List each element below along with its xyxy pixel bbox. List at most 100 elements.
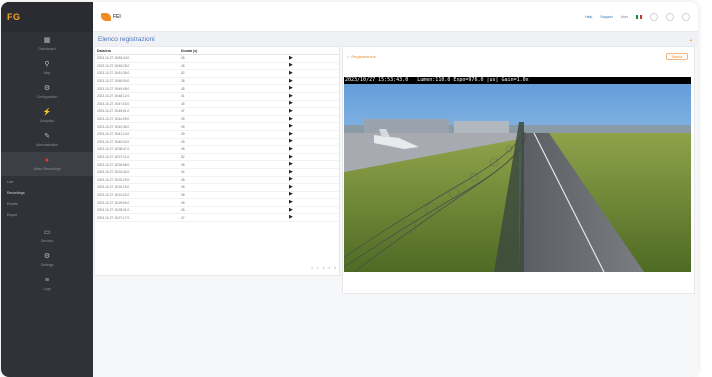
play-icon[interactable]: ▶ [289,93,293,99]
play-icon[interactable]: ▶ [289,63,293,68]
play-icon[interactable]: ▶ [289,154,293,160]
map-icon: ⚲ [44,61,50,68]
table-row[interactable]: 2023-10-27 15:32:15.0 45 ▶ [95,184,339,192]
sidebar-item-settings[interactable]: ⚙ Settings [1,248,93,272]
top-header: FEI Help Support User [93,2,698,32]
play-icon[interactable]: ▶ [289,215,293,220]
play-icon[interactable]: ▶ [289,177,293,182]
table-row[interactable]: 2023-10-27 15:50:54.0 38 ▶ [95,78,339,86]
header-link-help[interactable]: Help [585,15,592,19]
table-row[interactable]: 2023-10-27 15:40:02.0 45 ▶ [95,139,339,147]
pagination-page[interactable]: 4 [328,266,330,270]
table-row[interactable]: 2023-10-27 15:42:36.0 45 ▶ [95,123,339,131]
pagination-page[interactable]: 3 [323,266,325,270]
logo-mark-icon [101,12,111,21]
table-row[interactable]: 2023-10-27 15:31:02.0 38 ▶ [95,192,339,200]
sidebar-item-administration[interactable]: ✎ Administration [1,128,93,152]
config-icon: ⚙ [43,85,51,92]
sidebar-subitem-events[interactable]: Events [1,198,93,209]
download-button[interactable]: Scarica [666,53,688,60]
table-row[interactable]: 2023-10-27 15:49:48.0 45 ▶ [95,85,339,93]
sidebar-item-video[interactable]: ● Video Recordings [1,152,93,176]
camera-icon: ⌂ [347,54,350,59]
play-icon[interactable]: ▶ [289,184,293,190]
pagination-page[interactable]: 2 [317,266,319,270]
collapse-icon[interactable]: ▴ [690,37,692,42]
cell-date: 2023-10-27 15:29:50.0 [97,200,130,205]
cell-duration: 45 [181,200,185,205]
table-row[interactable]: 2023-10-27 15:37:11.0 52 ▶ [95,154,339,162]
cell-duration: 45 [181,86,185,91]
header-logo[interactable]: FEI [101,12,121,21]
play-icon[interactable]: ▶ [289,116,293,122]
sidebar-item-label: Settings [40,263,54,267]
sidebar-item-map[interactable]: ⚲ Map [1,56,93,80]
table-row[interactable]: 2023-10-27 15:53:28.0 45 ▶ [95,63,339,71]
sidebar-subitem-live[interactable]: Live [1,176,93,187]
settings-icon: ⚙ [43,253,51,260]
info-icon[interactable] [666,12,674,21]
play-icon[interactable]: ▶ [289,192,293,197]
video-player[interactable]: 2023/10/27 15:53:43.0 Lumen:110.0 Expo=9… [344,77,691,272]
play-icon[interactable]: ▶ [289,70,293,76]
table-row[interactable]: 2023-10-27 15:41:14.0 39 ▶ [95,131,339,139]
play-icon[interactable]: ▶ [289,124,293,129]
table-header: Data/ora Durata (s) [95,47,339,55]
table-row[interactable]: 2023-10-27 15:38:47.0 45 ▶ [95,146,339,154]
table-row[interactable]: 2023-10-27 15:47:03.0 45 ▶ [95,101,339,109]
column-header-date[interactable]: Data/ora [97,49,181,53]
cell-date: 2023-10-27 15:49:48.0 [97,86,130,91]
sidebar-subitem-recordings[interactable]: Recordings [1,187,93,198]
play-icon[interactable]: ▶ [289,162,293,167]
cell-duration: 37 [181,109,185,114]
sidebar-item-label: Configuration [36,95,58,99]
pagination-page[interactable]: 1 [311,266,313,270]
table-row[interactable]: 2023-10-27 15:29:50.0 45 ▶ [95,199,339,207]
table-row[interactable]: 2023-10-27 15:33:29.0 45 ▶ [95,177,339,185]
sidebar-item-analytics[interactable]: ⚡ Analytics [1,104,93,128]
table-row[interactable]: 2023-10-27 15:44:09.0 45 ▶ [95,116,339,124]
cell-duration: 45 [181,124,185,129]
preview-title: ⌂ Registrazione [347,54,376,59]
table-row[interactable]: 2023-10-27 15:48:12.0 41 ▶ [95,93,339,101]
header-link-support[interactable]: Support [600,15,612,19]
play-icon[interactable]: ▶ [289,207,293,213]
play-icon[interactable]: ▶ [289,78,293,84]
sidebar-subitem-export[interactable]: Export [1,209,93,220]
cell-date: 2023-10-27 15:34:40.0 [97,170,130,175]
play-icon[interactable]: ▶ [289,200,293,205]
language-flag-icon[interactable] [636,14,642,19]
cell-date: 2023-10-27 15:53:43.0 [97,56,130,61]
play-icon[interactable]: ▶ [289,101,293,106]
sidebar-item-devices[interactable]: ▭ Devices [1,224,93,248]
column-header-duration[interactable]: Durata (s) [181,49,289,53]
table-row[interactable]: 2023-10-27 15:45:51.0 37 ▶ [95,108,339,116]
sidebar-item-dashboard[interactable]: ▦ Dashboard [1,32,93,56]
play-icon[interactable]: ▶ [289,55,293,61]
table-row[interactable]: 2023-10-27 15:34:40.0 44 ▶ [95,169,339,177]
sidebar-brand[interactable]: FG [1,2,93,32]
cell-duration: 45 [181,56,185,61]
cell-date: 2023-10-27 15:50:54.0 [97,79,130,84]
cell-date: 2023-10-27 15:35:58.0 [97,162,130,167]
table-row[interactable]: 2023-10-27 15:28:31.0 45 ▶ [95,207,339,215]
list-icon: ≡ [44,277,50,284]
notification-icon[interactable] [650,12,658,21]
sidebar-item-label: Video Recordings [33,167,61,171]
play-icon[interactable]: ▶ [289,86,293,91]
play-icon[interactable]: ▶ [289,169,293,175]
play-icon[interactable]: ▶ [289,131,293,137]
account-icon[interactable] [682,12,690,21]
play-icon[interactable]: ▶ [289,139,293,144]
sidebar-item-configuration[interactable]: ⚙ Configuration [1,80,93,104]
sidebar-item-logs[interactable]: ≡ Logs [1,272,93,296]
pagination-page[interactable]: 5 [334,266,336,270]
table-row[interactable]: 2023-10-27 15:51:36.0 52 ▶ [95,70,339,78]
play-icon[interactable]: ▶ [289,108,293,114]
header-link-user[interactable]: User [621,15,628,19]
table-row[interactable]: 2023-10-27 15:35:58.0 45 ▶ [95,161,339,169]
table-row[interactable]: 2023-10-27 15:27:17.0 47 ▶ [95,214,339,223]
dashboard-icon: ▦ [43,37,51,44]
table-row[interactable]: 2023-10-27 15:53:43.0 45 ▶ [95,55,339,63]
play-icon[interactable]: ▶ [289,146,293,152]
